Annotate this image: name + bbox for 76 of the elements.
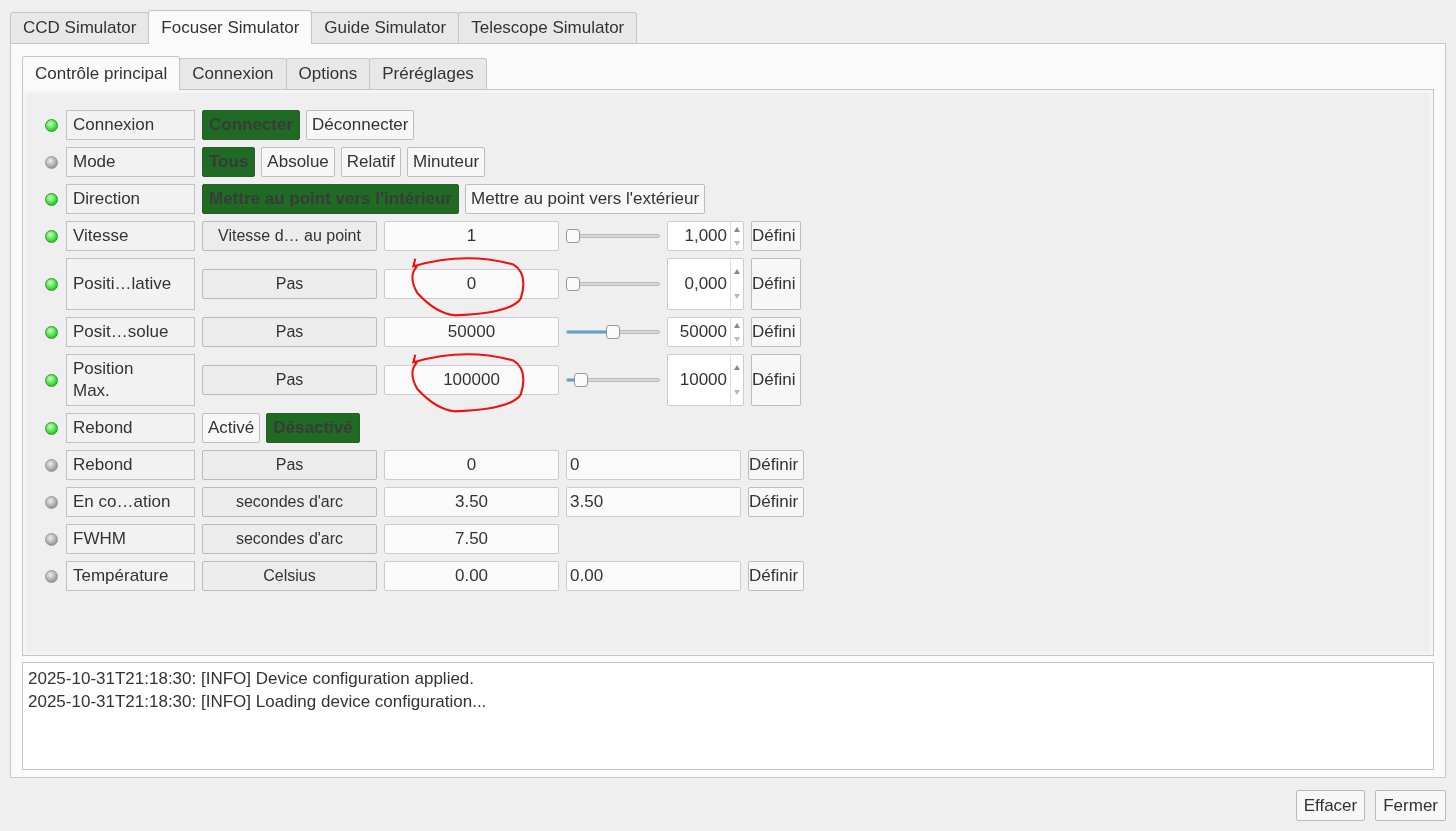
property-label: Vitesse	[66, 221, 195, 251]
switch-button[interactable]: Déconnecter	[306, 110, 415, 140]
number-field[interactable]: 50000	[384, 317, 559, 347]
unit-label: Pas	[202, 450, 377, 480]
slider[interactable]	[566, 373, 660, 387]
property-label: Posit…solue	[66, 317, 195, 347]
spin-down-icon[interactable]	[734, 336, 740, 342]
switch-button[interactable]: Activé	[202, 413, 261, 443]
set-button[interactable]: Défini	[751, 354, 801, 406]
set-button[interactable]: Défini	[751, 221, 801, 251]
number-field[interactable]: 100000	[384, 365, 559, 395]
tab[interactable]: Options	[285, 58, 371, 89]
slider-thumb[interactable]	[574, 373, 588, 387]
switch-button[interactable]: Minuteur	[407, 147, 486, 177]
switch-button[interactable]: Relatif	[340, 147, 401, 177]
spin-up-icon[interactable]	[734, 322, 740, 328]
set-button[interactable]: Définir	[748, 561, 804, 591]
tab[interactable]: Focuser Simulator	[148, 10, 313, 44]
number-field[interactable]: 7.50	[384, 524, 559, 554]
unit-label: Pas	[202, 317, 377, 347]
property-label: Mode	[66, 147, 195, 177]
log-line: 2025-10-31T21:18:30: [INFO] Loading device configuration...	[28, 691, 488, 713]
property-label: Connexion	[66, 110, 195, 140]
tab[interactable]: Telescope Simulator	[458, 12, 638, 43]
spin-down-icon[interactable]	[734, 294, 740, 299]
spin-box[interactable]: 1,000	[667, 221, 744, 251]
spin-up-icon[interactable]	[734, 365, 740, 370]
spin-up-icon[interactable]	[734, 226, 740, 232]
dialog-button[interactable]: Fermer	[1375, 790, 1446, 821]
number-field[interactable]: 0	[384, 269, 559, 299]
slider[interactable]	[566, 325, 660, 339]
spin-down-icon[interactable]	[734, 390, 740, 395]
spin-box[interactable]: 50000	[667, 317, 744, 347]
property-label: Positi…lative	[66, 258, 195, 310]
property-label: Rebond	[66, 450, 195, 480]
set-button[interactable]: Défini	[751, 317, 801, 347]
log-line: 2025-10-31T21:18:30: [INFO] Device configuration applied.	[28, 668, 476, 690]
slider-thumb[interactable]	[566, 229, 580, 243]
tab[interactable]: Guide Simulator	[311, 12, 460, 43]
property-label: En co…ation	[66, 487, 195, 517]
tab[interactable]: Préréglages	[369, 58, 487, 89]
tab[interactable]: Contrôle principal	[22, 56, 181, 90]
switch-button[interactable]: Absolue	[261, 147, 335, 177]
text-field[interactable]: 0	[566, 450, 741, 480]
number-field[interactable]: 1	[384, 221, 559, 251]
spin-box[interactable]: 0,000	[667, 258, 744, 310]
set-button[interactable]: Définir	[748, 450, 804, 480]
spin-box[interactable]: 10000	[667, 354, 744, 406]
property-label: Rebond	[66, 413, 195, 443]
spin-up-icon[interactable]	[734, 269, 740, 274]
property-label: FWHM	[66, 524, 195, 554]
property-label: Température	[66, 561, 195, 591]
dialog-button[interactable]: Effacer	[1295, 790, 1366, 821]
spin-down-icon[interactable]	[734, 240, 740, 246]
slider[interactable]	[566, 277, 660, 291]
property-label: Direction	[66, 184, 195, 214]
text-field[interactable]: 0.00	[566, 561, 741, 591]
unit-label: secondes d'arc	[202, 487, 377, 517]
tab[interactable]: CCD Simulator	[10, 12, 150, 43]
unit-label: Pas	[202, 269, 377, 299]
number-field[interactable]: 0.00	[384, 561, 559, 591]
unit-label: secondes d'arc	[202, 524, 377, 554]
unit-label: Celsius	[202, 561, 377, 591]
number-field[interactable]: 0	[384, 450, 559, 480]
text-field[interactable]: 3.50	[566, 487, 741, 517]
tab[interactable]: Connexion	[179, 58, 287, 89]
number-field[interactable]: 3.50	[384, 487, 559, 517]
set-button[interactable]: Défini	[751, 258, 801, 310]
unit-label: Vitesse d… au point	[202, 221, 377, 251]
slider[interactable]	[566, 229, 660, 243]
switch-button[interactable]: Mettre au point vers l'extérieur	[465, 184, 706, 214]
slider-thumb[interactable]	[566, 277, 580, 291]
slider-thumb[interactable]	[606, 325, 620, 339]
set-button[interactable]: Définir	[748, 487, 804, 517]
unit-label: Pas	[202, 365, 377, 395]
property-label: Position Max.	[66, 354, 195, 406]
